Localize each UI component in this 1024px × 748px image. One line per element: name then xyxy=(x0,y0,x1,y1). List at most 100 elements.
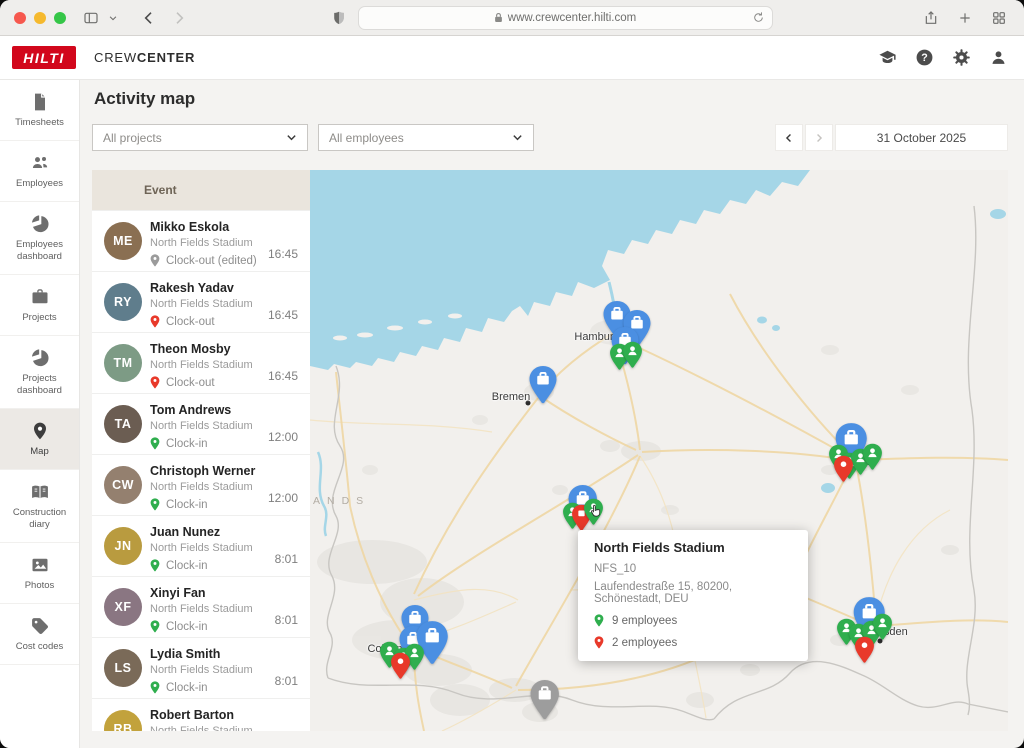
event-time: 12:00 xyxy=(268,430,298,444)
browser-window: www.crewcenter.hilti.com HILTI CREWCENTE… xyxy=(0,0,1024,748)
event-employee-name: Rakesh Yadav xyxy=(150,281,298,295)
chevron-down-icon xyxy=(512,132,523,143)
event-row[interactable]: LS Lydia Smith North Fields Stadium Cloc… xyxy=(92,637,310,698)
event-row[interactable]: TM Theon Mosby North Fields Stadium Cloc… xyxy=(92,332,310,393)
sidebar-item-label: Employees dashboard xyxy=(3,239,76,263)
event-row[interactable]: XF Xinyi Fan North Fields Stadium Clock-… xyxy=(92,576,310,637)
url-text: www.crewcenter.hilti.com xyxy=(508,12,636,24)
sidebar-item-projects[interactable]: Projects xyxy=(0,275,79,336)
chevron-down-icon[interactable] xyxy=(102,7,124,29)
sidebar-item-cost-codes[interactable]: Cost codes xyxy=(0,604,79,665)
lock-icon xyxy=(494,12,503,23)
zoom-window-button[interactable] xyxy=(54,12,66,24)
people-icon xyxy=(30,153,50,173)
pin-icon xyxy=(30,421,50,441)
photo-icon xyxy=(30,555,50,575)
map-label-bremen: Bremen xyxy=(492,391,531,403)
employee-pin-green[interactable] xyxy=(622,341,643,369)
event-row[interactable]: ME Mikko Eskola North Fields Stadium Clo… xyxy=(92,210,310,271)
project-pin-blue[interactable] xyxy=(528,365,558,405)
status-pin-icon xyxy=(150,559,160,572)
event-list-panel: Event ME Mikko Eskola North Fields Stadi… xyxy=(92,170,310,731)
event-time: 16:45 xyxy=(268,247,298,261)
new-tab-icon[interactable] xyxy=(954,7,976,29)
hilti-logo[interactable]: HILTI xyxy=(12,46,76,69)
avatar: TM xyxy=(104,344,142,382)
employee-pin-red[interactable] xyxy=(854,636,875,664)
sidebar-item-label: Photos xyxy=(25,580,55,592)
status-pin-icon xyxy=(150,315,160,328)
sidebar-item-employees[interactable]: Employees xyxy=(0,141,79,202)
project-filter-select[interactable]: All projects xyxy=(92,124,308,151)
avatar: TA xyxy=(104,405,142,443)
app-title: CREWCENTER xyxy=(94,50,195,65)
sidebar-item-photos[interactable]: Photos xyxy=(0,543,79,604)
back-button[interactable] xyxy=(138,7,160,29)
employee-pin-green[interactable] xyxy=(872,613,893,641)
settings-gear-icon[interactable] xyxy=(951,48,971,68)
event-time: 8:01 xyxy=(275,674,298,688)
main-content: Activity map All projects All employees xyxy=(80,80,1024,748)
popup-project-title: North Fields Stadium xyxy=(594,540,792,555)
app-header: HILTI CREWCENTER ? xyxy=(0,36,1024,80)
map-label-netherlands: NETHERLANDS xyxy=(310,495,370,507)
sidebar-item-map[interactable]: Map xyxy=(0,409,79,470)
popup-project-address: Laufendestraße 15, 80200, Schönestadt, D… xyxy=(594,581,792,605)
close-window-button[interactable] xyxy=(14,12,26,24)
help-icon[interactable]: ? xyxy=(914,48,934,68)
status-pin-icon xyxy=(150,498,160,511)
avatar: ME xyxy=(104,222,142,260)
employee-pin-red[interactable] xyxy=(833,455,854,483)
sidebar-item-employees-dashboard[interactable]: Employees dashboard xyxy=(0,202,79,275)
event-time: 8:01 xyxy=(275,613,298,627)
event-row[interactable]: RB Robert Barton North Fields Stadium xyxy=(92,698,310,731)
reload-icon[interactable] xyxy=(752,11,765,27)
next-day-button[interactable] xyxy=(805,124,833,151)
learning-icon[interactable] xyxy=(877,48,897,68)
share-icon[interactable] xyxy=(920,7,942,29)
sidebar-item-timesheets[interactable]: Timesheets xyxy=(0,80,79,141)
event-time: 12:00 xyxy=(268,491,298,505)
tab-overview-icon[interactable] xyxy=(988,7,1010,29)
event-employee-name: Xinyi Fan xyxy=(150,586,298,600)
forward-button[interactable] xyxy=(168,7,190,29)
privacy-shield-icon[interactable] xyxy=(328,7,350,29)
employee-filter-select[interactable]: All employees xyxy=(318,124,534,151)
address-bar-area: www.crewcenter.hilti.com xyxy=(190,6,910,30)
event-employee-name: Lydia Smith xyxy=(150,647,298,661)
date-display[interactable]: 31 October 2025 xyxy=(835,124,1008,151)
activity-map[interactable]: HamburgBremenBerlinCologneDresdenGERMANY… xyxy=(310,170,1008,731)
sidebar-item-label: Projects xyxy=(22,312,56,324)
avatar: JN xyxy=(104,527,142,565)
sidebar-item-projects-dashboard[interactable]: Projects dashboard xyxy=(0,336,79,409)
event-row[interactable]: JN Juan Nunez North Fields Stadium Clock… xyxy=(92,515,310,576)
map-popup: North Fields Stadium NFS_10 Laufendestra… xyxy=(578,530,808,661)
event-row[interactable]: CW Christoph Werner North Fields Stadium… xyxy=(92,454,310,515)
event-row[interactable]: RY Rakesh Yadav North Fields Stadium Clo… xyxy=(92,271,310,332)
event-employee-name: Mikko Eskola xyxy=(150,220,298,234)
minimize-window-button[interactable] xyxy=(34,12,46,24)
popup-clockin-row: 9 employees xyxy=(594,614,792,627)
project-pin-gray[interactable] xyxy=(529,679,561,721)
browser-toolbar: www.crewcenter.hilti.com xyxy=(0,0,1024,36)
sidebar-item-construction-diary[interactable]: Construction diary xyxy=(0,470,79,543)
popup-project-code: NFS_10 xyxy=(594,563,792,575)
chevron-down-icon xyxy=(286,132,297,143)
sidebar-item-label: Construction diary xyxy=(3,507,76,531)
avatar: LS xyxy=(104,649,142,687)
address-bar[interactable]: www.crewcenter.hilti.com xyxy=(358,6,773,30)
avatar: RY xyxy=(104,283,142,321)
event-row[interactable]: TA Tom Andrews North Fields Stadium Cloc… xyxy=(92,393,310,454)
clock-out-pin-icon xyxy=(594,636,604,649)
sidebar-toggle-icon[interactable] xyxy=(80,7,102,29)
pie-icon xyxy=(30,214,50,234)
book-icon xyxy=(30,482,50,502)
sidebar-item-label: Employees xyxy=(16,178,63,190)
sidebar-item-label: Cost codes xyxy=(16,641,64,653)
account-icon[interactable] xyxy=(988,48,1008,68)
status-pin-icon xyxy=(150,681,160,694)
previous-day-button[interactable] xyxy=(775,124,803,151)
employee-pin-green[interactable] xyxy=(862,443,883,471)
window-controls[interactable] xyxy=(14,12,66,24)
employee-pin-red[interactable] xyxy=(390,652,411,680)
